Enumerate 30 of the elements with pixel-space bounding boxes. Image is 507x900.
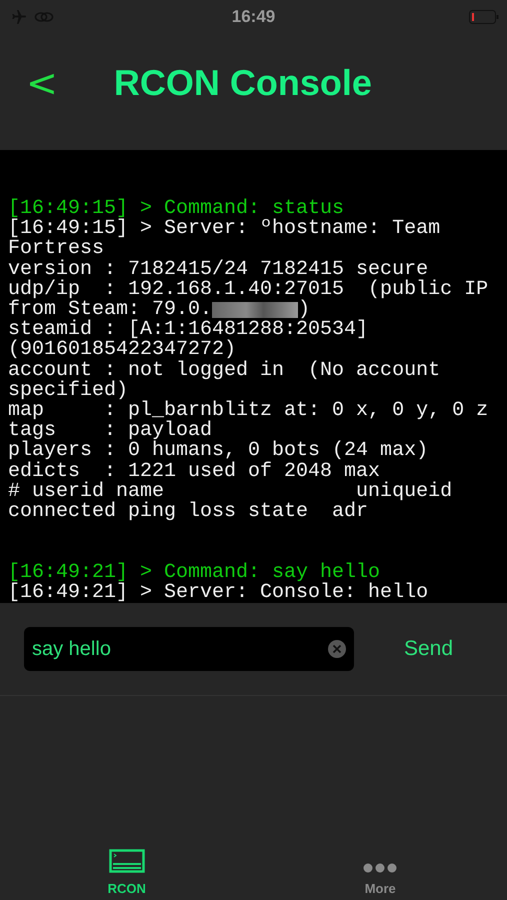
console-line: edicts : 1221 used of 2048 max	[8, 462, 380, 482]
console-line: from Steam: 79.0.	[8, 300, 212, 320]
console-line: )	[298, 300, 310, 320]
tab[interactable]: More	[254, 696, 507, 900]
tab[interactable]: RCON	[0, 696, 254, 900]
battery-icon	[469, 10, 499, 24]
console-line: (90160185422347272)	[8, 340, 236, 361]
console-line: players : 0 humans, 0 bots (24 max)	[8, 441, 428, 462]
console-line: [16:49:21] > Command: say hello	[8, 562, 380, 583]
console-line: [16:49:21] > Server: Console: hello	[8, 582, 428, 604]
command-field[interactable]: say hello	[24, 627, 354, 672]
console-line: version : 7182415/24 7182415 secure	[8, 260, 428, 280]
clear-icon[interactable]	[327, 639, 347, 660]
terminal-icon	[108, 849, 145, 873]
console-line: [16:49:15] > Command: status	[8, 199, 344, 220]
console-line: specified)	[8, 380, 128, 402]
console-line: connected ping loss state adr	[8, 502, 368, 522]
status-time: 16:49	[230, 7, 276, 27]
console-line: map : pl_barnblitz at: 0 x, 0 y, 0 z	[8, 401, 488, 422]
console-line: Fortress	[8, 239, 104, 260]
console-line: udp/ip : 192.168.1.40:27015 (public IP	[8, 280, 488, 300]
send-button[interactable]: Send	[400, 633, 458, 666]
back-button[interactable]: <	[26, 61, 58, 105]
console-line: tags : payload	[8, 421, 212, 442]
console-line: account : not logged in (No account	[8, 360, 440, 381]
more-icon	[363, 863, 398, 873]
screen-title: RCON Console	[114, 62, 372, 104]
console-line: [16:49:15] > Server: ºhostname: Team	[8, 219, 440, 240]
console-line: # userid name uniqueid	[8, 482, 452, 502]
console-line: steamid : [A:1:16481288:20534]	[8, 320, 368, 340]
